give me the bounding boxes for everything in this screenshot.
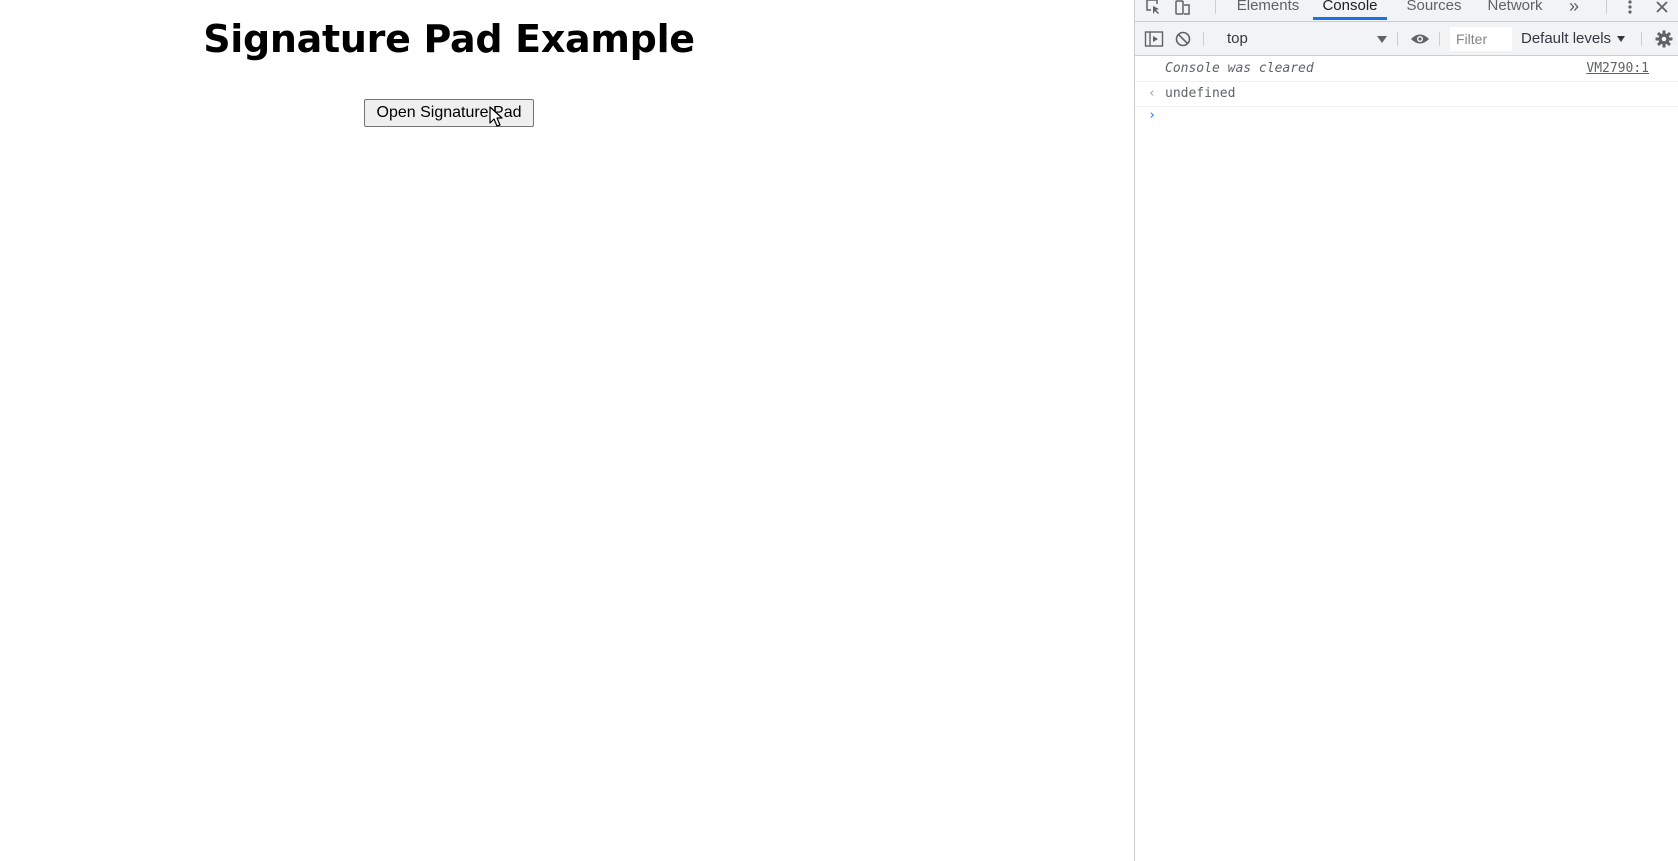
tabbar-divider (1215, 0, 1216, 14)
tab-sources[interactable]: Sources (1403, 0, 1465, 20)
prompt-chevron-icon: › (1148, 108, 1156, 123)
toolbar-divider (1641, 32, 1642, 46)
filter-input[interactable] (1450, 27, 1512, 51)
result-arrow-icon: ‹ (1148, 86, 1156, 101)
chevron-down-icon (1377, 36, 1387, 43)
console-output: Console was cleared VM2790:1 ‹ undefined… (1135, 57, 1678, 861)
log-levels-label: Default levels (1521, 30, 1612, 47)
toolbar-divider (1203, 32, 1204, 46)
console-prompt[interactable]: › (1135, 107, 1678, 129)
open-signature-pad-button[interactable]: Open Signature Pad (364, 99, 534, 127)
toolbar-divider (1397, 32, 1398, 46)
more-tabs-icon[interactable]: » (1563, 0, 1585, 20)
tab-elements[interactable]: Elements (1235, 0, 1301, 20)
console-source-link[interactable]: VM2790:1 (1586, 57, 1649, 81)
console-message: ‹ undefined (1135, 82, 1678, 107)
settings-gear-icon[interactable] (1653, 28, 1675, 50)
devtools-panel: Elements Console Sources Network » top F… (1134, 0, 1678, 861)
tab-console[interactable]: Console (1313, 0, 1387, 20)
console-message: Console was cleared VM2790:1 (1135, 57, 1678, 82)
live-expression-eye-icon[interactable] (1409, 28, 1431, 50)
tabbar-divider (1606, 0, 1607, 14)
toolbar-divider (1439, 32, 1440, 46)
screen: Signature Pad Example Open Signature Pad (0, 0, 1678, 861)
clear-console-icon[interactable] (1172, 28, 1194, 50)
log-levels-dropdown[interactable]: Default levels (1521, 28, 1626, 50)
console-toolbar: top Default levels (1135, 22, 1678, 56)
tab-network[interactable]: Network (1483, 0, 1547, 20)
page-title: Signature Pad Example (203, 17, 695, 61)
devtools-tabbar: Elements Console Sources Network » (1135, 0, 1678, 22)
caret-down-icon (1617, 36, 1626, 43)
device-toolbar-icon[interactable] (1171, 0, 1193, 18)
close-icon[interactable] (1651, 0, 1673, 18)
context-selector[interactable]: top (1223, 28, 1387, 50)
kebab-menu-icon[interactable] (1619, 0, 1641, 18)
context-selector-value: top (1227, 30, 1248, 47)
inspect-element-icon[interactable] (1143, 0, 1165, 18)
sidebar-toggle-icon[interactable] (1143, 28, 1165, 50)
console-message-text: Console was cleared (1165, 61, 1314, 76)
console-message-text: undefined (1165, 86, 1236, 101)
page-viewport: Signature Pad Example Open Signature Pad (0, 0, 1134, 861)
